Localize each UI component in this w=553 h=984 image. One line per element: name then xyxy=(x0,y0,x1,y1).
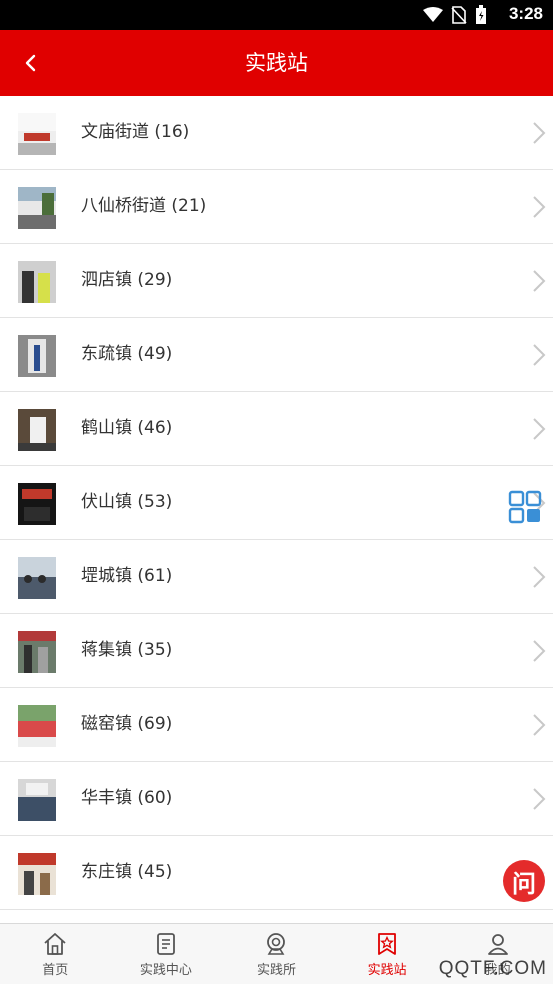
status-icons xyxy=(423,5,487,25)
tab-label: 实践中心 xyxy=(139,963,192,978)
chevron-right-icon xyxy=(533,640,546,662)
grid-icon xyxy=(508,490,542,524)
tab-practice-center[interactable]: 实践中心 xyxy=(111,924,222,984)
station-thumbnail xyxy=(18,261,56,303)
list-item[interactable]: 华丰镇 (60) xyxy=(0,762,553,836)
star-flag-icon xyxy=(378,933,396,955)
list-item[interactable]: 泗店镇 (29) xyxy=(0,244,553,318)
station-thumbnail xyxy=(18,705,56,747)
home-icon xyxy=(44,933,66,955)
list-item[interactable]: 东庄镇 (45) xyxy=(0,836,553,910)
tab-label: 首页 xyxy=(42,963,69,978)
document-icon xyxy=(156,933,175,955)
station-thumbnail xyxy=(18,483,56,525)
list-item[interactable]: 文庙街道 (16) xyxy=(0,96,553,170)
station-thumbnail xyxy=(18,631,56,673)
station-label: 伏山镇 (53) xyxy=(81,492,173,512)
station-label: 蒋集镇 (35) xyxy=(81,640,173,660)
watermark: QQTF.COM xyxy=(438,958,547,979)
floating-grid-button[interactable] xyxy=(508,490,542,524)
station-thumbnail xyxy=(18,187,56,229)
station-list: 文庙街道 (16) 八仙桥街道 (21) 泗店镇 (29) 东疏镇 (49) 鹤… xyxy=(0,96,553,910)
chevron-right-icon xyxy=(533,270,546,292)
tab-practice-station[interactable]: 实践站 xyxy=(332,924,443,984)
chevron-right-icon xyxy=(533,122,546,144)
page-title: 实践站 xyxy=(245,51,308,75)
station-label: 华丰镇 (60) xyxy=(81,788,173,808)
chevron-right-icon xyxy=(533,344,546,366)
status-bar: 3:28 xyxy=(0,0,553,30)
station-thumbnail xyxy=(18,113,56,155)
chevron-right-icon xyxy=(533,196,546,218)
ask-label: 问 xyxy=(512,869,536,898)
station-label: 八仙桥街道 (21) xyxy=(81,196,207,216)
station-thumbnail xyxy=(18,853,56,895)
station-thumbnail xyxy=(18,557,56,599)
list-item[interactable]: 伏山镇 (53) xyxy=(0,466,553,540)
tab-label: 实践站 xyxy=(367,963,407,978)
station-label: 磁窑镇 (69) xyxy=(81,714,173,734)
station-label: 东疏镇 (49) xyxy=(81,344,173,364)
chevron-right-icon xyxy=(533,714,546,736)
wifi-icon xyxy=(423,7,443,22)
camera-icon xyxy=(267,933,286,955)
chevron-right-icon xyxy=(533,788,546,810)
chevron-right-icon xyxy=(533,566,546,588)
station-label: 鹤山镇 (46) xyxy=(81,418,173,438)
list-item[interactable]: 堽城镇 (61) xyxy=(0,540,553,614)
list-item[interactable]: 八仙桥街道 (21) xyxy=(0,170,553,244)
list-item[interactable]: 磁窑镇 (69) xyxy=(0,688,553,762)
station-label: 泗店镇 (29) xyxy=(81,270,173,290)
station-label: 堽城镇 (61) xyxy=(81,566,173,586)
tab-label: 实践所 xyxy=(256,963,296,978)
title-bar: 实践站 xyxy=(0,30,553,96)
chevron-right-icon xyxy=(533,418,546,440)
back-button[interactable] xyxy=(14,46,48,80)
station-label: 东庄镇 (45) xyxy=(81,862,173,882)
tab-practice-office[interactable]: 实践所 xyxy=(221,924,332,984)
floating-ask-button[interactable]: 问 xyxy=(503,860,545,902)
status-time: 3:28 xyxy=(508,4,543,23)
tab-home[interactable]: 首页 xyxy=(0,924,111,984)
station-thumbnail xyxy=(18,335,56,377)
station-thumbnail xyxy=(18,779,56,821)
chevron-left-icon xyxy=(25,54,36,72)
list-item[interactable]: 鹤山镇 (46) xyxy=(0,392,553,466)
user-icon xyxy=(487,934,508,955)
list-item[interactable]: 蒋集镇 (35) xyxy=(0,614,553,688)
list-item[interactable]: 东疏镇 (49) xyxy=(0,318,553,392)
no-sim-icon xyxy=(451,6,467,24)
station-thumbnail xyxy=(18,409,56,451)
station-label: 文庙街道 (16) xyxy=(81,122,190,142)
battery-icon xyxy=(476,5,486,24)
